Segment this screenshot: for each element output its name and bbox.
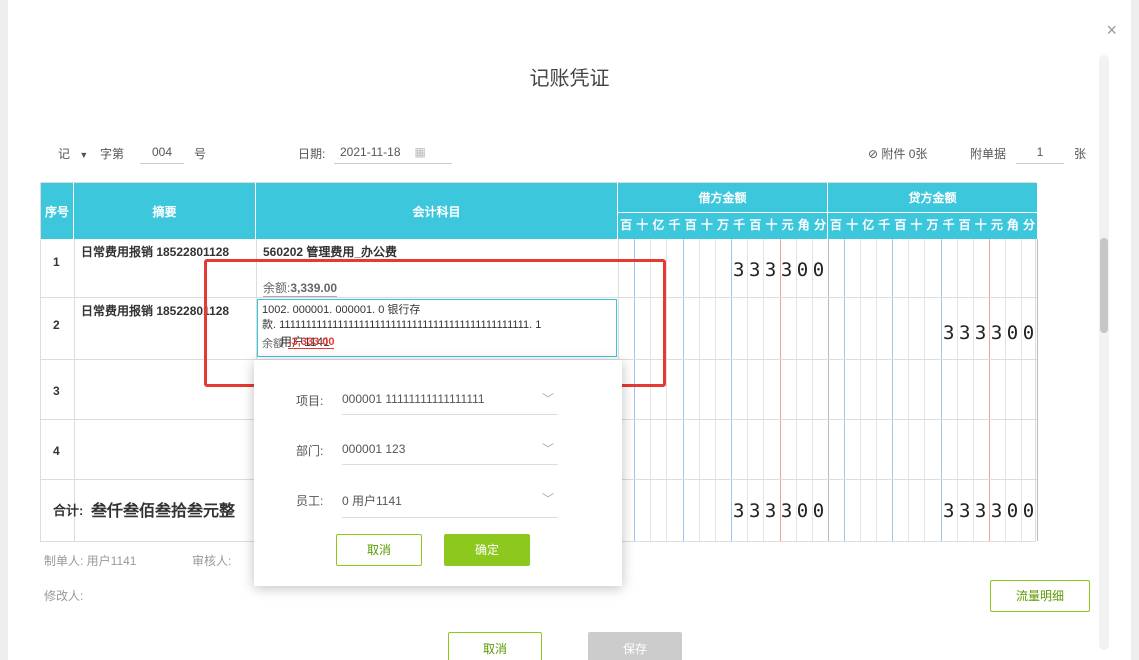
chevron-down-icon[interactable]: ﹀ xyxy=(542,390,554,407)
attachment-link[interactable]: ⊘ 附件 0张 xyxy=(868,145,927,162)
background-left-edge xyxy=(0,0,8,660)
zhang-label: 张 xyxy=(1074,147,1087,161)
digit-header: 十 xyxy=(846,218,859,232)
cancel-button[interactable]: 取消 xyxy=(448,632,542,660)
docs-count-input[interactable]: 1 xyxy=(1016,145,1064,164)
save-button[interactable]: 保存 xyxy=(588,632,682,660)
attachment-label: 附件 0张 xyxy=(881,147,928,161)
digit-header: 十 xyxy=(910,218,923,232)
digit-header: 万 xyxy=(926,218,939,232)
department-value: 000001 123 xyxy=(342,442,406,456)
row-seq: 4 xyxy=(53,444,60,458)
auditor-label: 审核人: xyxy=(192,554,232,568)
digit-header: 百 xyxy=(749,218,762,232)
date-value: 2021-11-18 xyxy=(340,145,401,159)
digit-header: 万 xyxy=(717,218,730,232)
auxiliary-popup: 项目: 000001 11111111111111111 ﹀ 部门: 000001… xyxy=(254,360,622,586)
digit-header: 千 xyxy=(942,218,955,232)
col-credit-header: 贷方金额 xyxy=(828,183,1037,213)
popup-cancel-button[interactable]: 取消 xyxy=(336,534,422,566)
credit-digit-headers: 百十亿千百十万千百十元角分 xyxy=(828,215,1037,235)
total-in-words: 叁仟叁佰叁拾叁元整 xyxy=(91,503,236,520)
digit-header: 元 xyxy=(781,218,794,232)
digit-header: 亿 xyxy=(862,218,875,232)
digit-header: 角 xyxy=(1006,218,1019,232)
voucher-word: 记 xyxy=(58,147,71,161)
voucher-hao-label: 号 xyxy=(194,147,207,161)
popup-confirm-button[interactable]: 确定 xyxy=(444,534,530,566)
project-label: 项目: xyxy=(296,394,324,408)
col-subject-header: 会计科目 xyxy=(256,183,618,239)
digit-header: 元 xyxy=(990,218,1003,232)
voucher-word-select[interactable]: 记 ▼ xyxy=(58,145,94,162)
digit-header: 百 xyxy=(958,218,971,232)
maker-label: 制单人: 用户1141 xyxy=(44,554,137,568)
col-seq-header: 序号 xyxy=(41,183,74,239)
total-label: 合计: xyxy=(53,503,84,518)
chevron-down-icon: ▼ xyxy=(79,150,89,160)
digit-header: 分 xyxy=(813,218,826,232)
close-icon[interactable]: × xyxy=(1106,20,1117,41)
col-summary-header: 摘要 xyxy=(74,183,256,239)
project-field[interactable]: 项目: 000001 11111111111111111 ﹀ xyxy=(296,390,558,415)
digit-header: 百 xyxy=(894,218,907,232)
grid-line xyxy=(1037,239,1038,541)
digit-header: 十 xyxy=(765,218,778,232)
chevron-down-icon[interactable]: ﹀ xyxy=(542,490,554,507)
voucher-dialog: × 记账凭证 记 ▼ 字第 004 号 日期: 2021-11-18 ▦ ⊘ 附件… xyxy=(8,0,1131,660)
total-debit: 333300 xyxy=(733,500,829,522)
row-seq: 3 xyxy=(53,384,60,398)
row-seq: 2 xyxy=(53,318,60,332)
row-subject[interactable]: 560202 管理费用_办公费 xyxy=(263,243,397,260)
docs-label: 附单据 xyxy=(970,147,1007,161)
date-label: 日期: xyxy=(298,147,326,161)
digit-header: 千 xyxy=(733,218,746,232)
debit-digit-headers: 百十亿千百十万千百十元角分 xyxy=(618,215,828,235)
digit-header: 千 xyxy=(668,218,681,232)
digit-header: 十 xyxy=(974,218,987,232)
row-summary[interactable]: 日常费用报销 18522801128 xyxy=(81,243,229,260)
background-right-edge xyxy=(1131,0,1139,660)
row-seq: 1 xyxy=(53,255,60,269)
digit-header: 百 xyxy=(684,218,697,232)
digit-header: 亿 xyxy=(652,218,665,232)
scrollbar[interactable] xyxy=(1099,55,1109,650)
project-value: 000001 11111111111111111 xyxy=(342,392,485,406)
digit-header: 百 xyxy=(830,218,843,232)
modifier-label: 修改人: xyxy=(44,589,84,603)
department-label: 部门: xyxy=(296,444,324,458)
digit-header: 千 xyxy=(878,218,891,232)
digit-header: 十 xyxy=(700,218,713,232)
voucher-zi-label: 字第 xyxy=(100,147,125,161)
total-credit: 333300 xyxy=(943,500,1039,522)
col-debit-header: 借方金额 xyxy=(618,183,828,213)
digit-header: 分 xyxy=(1022,218,1035,232)
row-credit-amount: 333300 xyxy=(943,322,1039,344)
dialog-title: 记账凭证 xyxy=(529,68,610,90)
digit-header: 角 xyxy=(797,218,810,232)
chevron-down-icon[interactable]: ﹀ xyxy=(542,440,554,457)
date-input[interactable]: 2021-11-18 ▦ xyxy=(334,145,452,164)
flow-detail-button[interactable]: 流量明细 xyxy=(990,580,1090,612)
calendar-icon[interactable]: ▦ xyxy=(415,145,426,159)
paperclip-icon: ⊘ xyxy=(868,147,879,161)
scrollbar-thumb[interactable] xyxy=(1100,238,1108,333)
digit-header: 十 xyxy=(636,218,649,232)
employee-value: 0 用户1141 xyxy=(342,494,402,508)
digit-header: 百 xyxy=(620,218,633,232)
employee-field[interactable]: 员工: 0 用户1141 ﹀ xyxy=(296,490,558,518)
department-field[interactable]: 部门: 000001 123 ﹀ xyxy=(296,440,558,465)
voucher-number-input[interactable]: 004 xyxy=(140,145,184,164)
row-debit-amount: 333300 xyxy=(733,259,829,281)
employee-label: 员工: xyxy=(296,494,324,508)
